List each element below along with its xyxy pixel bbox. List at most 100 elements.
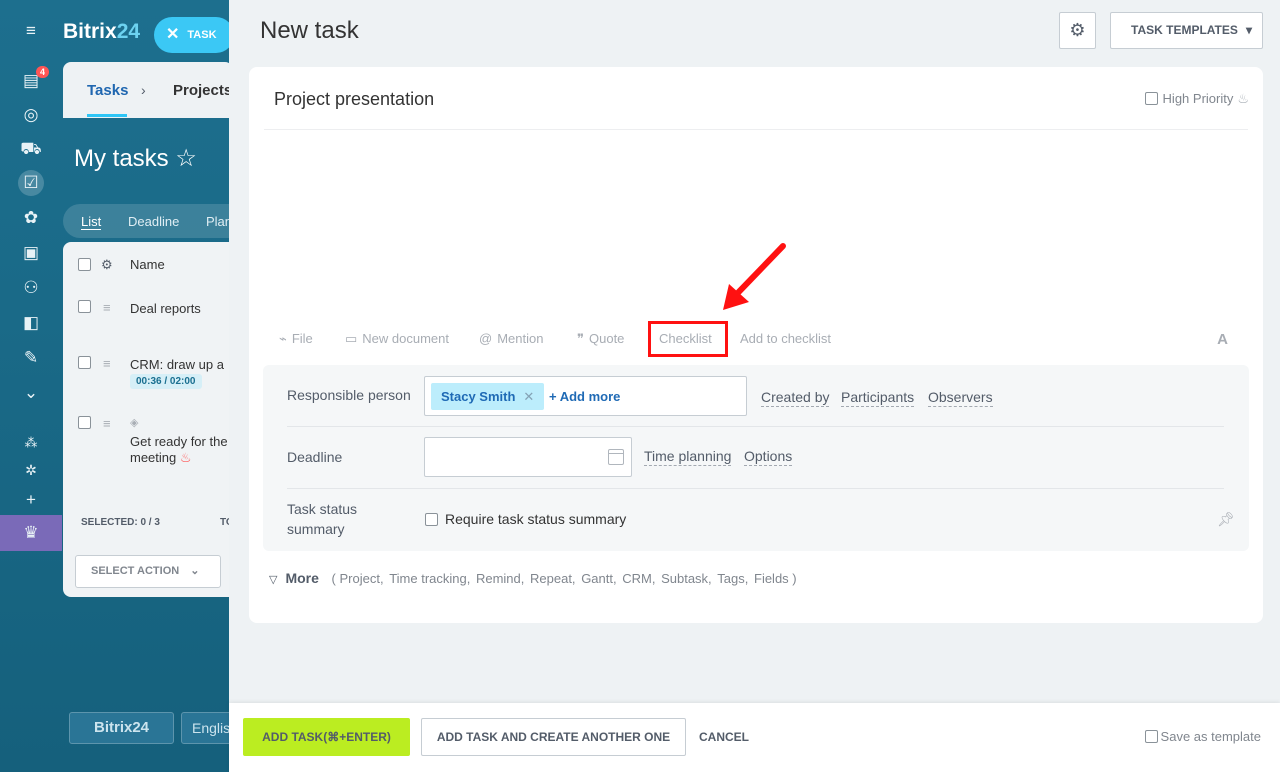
more-label[interactable]: More: [285, 570, 318, 586]
red-arrow-annotation: [723, 243, 786, 310]
select-all-checkbox[interactable]: [78, 258, 91, 271]
background-panel: Tasks › Projects My tasks ☆ List Deadlin…: [63, 62, 234, 597]
status-summary-label: Task status summary: [287, 501, 358, 537]
cancel-button[interactable]: CANCEL: [699, 718, 749, 756]
drag-handle-icon[interactable]: ≡: [103, 300, 111, 315]
task-title-input[interactable]: Project presentation: [274, 89, 434, 110]
language-selector[interactable]: English: [181, 712, 233, 744]
task-fields: Responsible person Stacy Smith ✕ + Add mo…: [263, 365, 1249, 551]
list-item[interactable]: Deal reports: [130, 301, 201, 316]
star-icon[interactable]: ☆: [175, 145, 197, 172]
participants-link[interactable]: Participants: [841, 389, 915, 407]
select-action-dropdown[interactable]: SELECT ACTION ⌄: [75, 555, 221, 588]
observers-link[interactable]: Observers: [928, 389, 993, 407]
add-more-link[interactable]: + Add more: [549, 389, 620, 404]
more-item[interactable]: Fields ): [754, 571, 797, 586]
require-status-checkbox[interactable]: [425, 513, 438, 526]
task-pill-button[interactable]: ✕ TASK: [154, 17, 234, 53]
slider-title: New task: [260, 17, 359, 44]
calendar-icon[interactable]: [608, 449, 624, 465]
more-item[interactable]: ( Project,: [332, 571, 384, 586]
list-item[interactable]: Get ready for the: [130, 434, 228, 449]
add-to-checklist-button[interactable]: Add to checklist: [740, 331, 831, 346]
sign-icon[interactable]: ✎: [18, 345, 44, 371]
high-priority-toggle[interactable]: High Priority ♨: [1144, 91, 1249, 107]
task-templates-button[interactable]: TASK TEMPLATES ▾: [1110, 12, 1263, 49]
list-item[interactable]: CRM: draw up a: [130, 357, 224, 372]
drag-handle-icon[interactable]: ≡: [103, 356, 111, 371]
paperclip-icon: ⌁: [279, 331, 287, 346]
responsible-label: Responsible person: [287, 387, 411, 403]
checklist-highlight: [648, 321, 728, 357]
add-another-button[interactable]: ADD TASK AND CREATE ANOTHER ONE: [421, 718, 686, 756]
flame-icon: ♨: [179, 450, 192, 465]
at-icon: @: [479, 331, 493, 346]
divider: [287, 488, 1224, 489]
deadline-input[interactable]: [424, 437, 632, 477]
contact-icon[interactable]: ▣: [18, 240, 44, 266]
settings-button[interactable]: ⚙: [1059, 12, 1096, 49]
tab-tasks[interactable]: Tasks: [87, 82, 128, 99]
column-header-name[interactable]: Name: [130, 257, 165, 272]
menu-icon[interactable]: ≡: [18, 18, 44, 44]
responsible-field[interactable]: Stacy Smith ✕ + Add more: [424, 376, 747, 416]
high-priority-checkbox[interactable]: [1144, 92, 1158, 105]
responsible-chip[interactable]: Stacy Smith ✕: [431, 383, 545, 410]
view-list[interactable]: List: [81, 214, 102, 230]
gear-icon[interactable]: ⚙: [101, 257, 113, 273]
quote-button[interactable]: ❞ Quote: [577, 331, 624, 347]
crm-icon[interactable]: ✿: [18, 205, 44, 231]
more-icon[interactable]: ⌄: [18, 380, 44, 406]
new-document-button[interactable]: ▭ New document: [345, 331, 449, 347]
pin-icon[interactable]: 📌︎: [1217, 511, 1235, 528]
robot-icon[interactable]: ⚇: [18, 275, 44, 301]
notification-badge: 4: [36, 66, 50, 78]
chevron-right-icon: ›: [141, 82, 146, 98]
slider-footer: ADD TASK(⌘+ENTER) ADD TASK AND CREATE AN…: [229, 703, 1280, 772]
add-task-button[interactable]: ADD TASK(⌘+ENTER): [243, 718, 410, 756]
created-by-link[interactable]: Created by: [761, 389, 830, 407]
structure-icon[interactable]: ⁂: [18, 430, 44, 456]
row-checkbox[interactable]: [78, 300, 91, 313]
document-icon: ▭: [345, 331, 358, 346]
chevron-down-icon: ▽: [269, 574, 278, 586]
options-link[interactable]: Options: [744, 448, 793, 466]
cart-icon[interactable]: ⛟: [18, 136, 44, 162]
row-checkbox[interactable]: [78, 416, 91, 429]
tab-projects[interactable]: Projects: [173, 82, 232, 99]
more-item[interactable]: CRM,: [622, 571, 655, 586]
new-task-slider: New task ⚙ TASK TEMPLATES ▾ Project prese…: [229, 0, 1280, 772]
more-item[interactable]: Repeat,: [530, 571, 576, 586]
plus-icon[interactable]: +: [18, 487, 44, 513]
brand-logo[interactable]: Bitrix24: [63, 20, 140, 44]
more-item[interactable]: Time tracking,: [389, 571, 470, 586]
crown-icon[interactable]: ♛: [18, 520, 44, 546]
more-item[interactable]: Tags,: [717, 571, 748, 586]
row-checkbox[interactable]: [78, 356, 91, 369]
task-list: ⚙ Name ≡ Deal reports ≡ CRM: draw up a 0…: [63, 242, 234, 597]
chevron-down-icon: ⌄: [190, 565, 200, 577]
text-format-button[interactable]: A: [1217, 331, 1228, 348]
target-icon[interactable]: ◎: [18, 102, 44, 128]
tasks-icon[interactable]: ☑: [18, 170, 44, 196]
footer-brand[interactable]: Bitrix24: [69, 712, 174, 744]
box-icon[interactable]: ◧: [18, 310, 44, 336]
drag-handle-icon[interactable]: ≡: [103, 416, 111, 431]
remove-icon[interactable]: ✕: [523, 389, 534, 404]
divider: [264, 129, 1248, 130]
more-item[interactable]: Gantt,: [581, 571, 616, 586]
more-section[interactable]: ▽ More ( Project, Time tracking, Remind, …: [269, 570, 798, 586]
list-item[interactable]: meeting ♨: [130, 450, 192, 466]
settings-icon[interactable]: ✲: [18, 457, 44, 483]
time-planning-link[interactable]: Time planning: [644, 448, 732, 466]
timer-badge[interactable]: 00:36 / 02:00: [130, 374, 202, 389]
more-item[interactable]: Subtask,: [661, 571, 712, 586]
view-deadline[interactable]: Deadline: [128, 214, 179, 229]
save-as-template-toggle[interactable]: Save as template: [1144, 729, 1261, 744]
more-item[interactable]: Remind,: [476, 571, 524, 586]
file-button[interactable]: ⌁ File: [279, 331, 313, 347]
require-status-label[interactable]: Require task status summary: [445, 511, 626, 527]
mention-button[interactable]: @ Mention: [479, 331, 543, 346]
left-rail: ≡ ▤ 4 ◎ ⛟ ☑ ✿ ▣ ⚇ ◧ ✎ ⌄ ⁂ ✲ + ♛: [0, 0, 62, 772]
save-template-checkbox[interactable]: [1144, 730, 1158, 743]
